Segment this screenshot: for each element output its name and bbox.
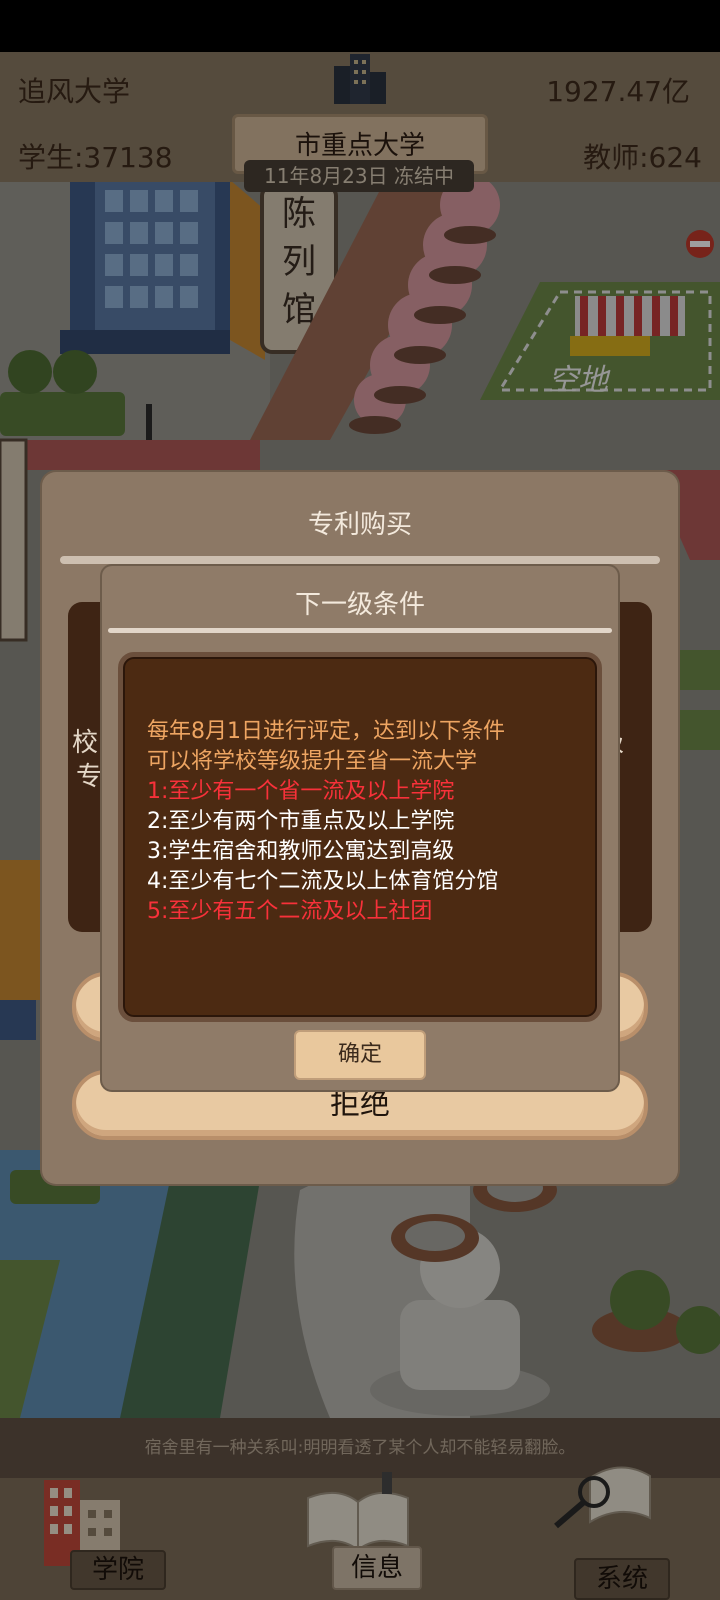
condition-item-5: 5:至少有五个二流及以上社团 (147, 899, 433, 924)
condition-item-4: 4:至少有七个二流及以上体育馆分馆 (147, 869, 499, 894)
conditions-intro-line-2: 可以将学校等级提升至省一流大学 (147, 749, 478, 774)
next-level-title: 下一级条件 (294, 590, 425, 620)
condition-item-1: 1:至少有一个省一流及以上学院 (147, 779, 455, 804)
confirm-button[interactable]: 确定 (294, 1030, 426, 1080)
next-level-dialog: 下一级条件 每年8月1日进行评定，达到以下条件 可以将学校等级提升至省一流大学 … (102, 566, 618, 1090)
inner-divider (108, 628, 612, 633)
condition-item-3: 3:学生宿舍和教师公寓达到高级 (147, 839, 455, 864)
patent-text-fragment-2: 专 (76, 762, 103, 792)
conditions-intro-line-1: 每年8月1日进行评定，达到以下条件 (147, 719, 505, 744)
patent-purchase-title: 专利购买 (307, 510, 412, 540)
patent-text-fragment-1: 校 (72, 728, 99, 758)
outer-divider (60, 556, 660, 564)
condition-item-2: 2:至少有两个市重点及以上学院 (147, 809, 455, 834)
conditions-panel: 每年8月1日进行评定，达到以下条件 可以将学校等级提升至省一流大学 1:至少有一… (118, 652, 602, 1022)
